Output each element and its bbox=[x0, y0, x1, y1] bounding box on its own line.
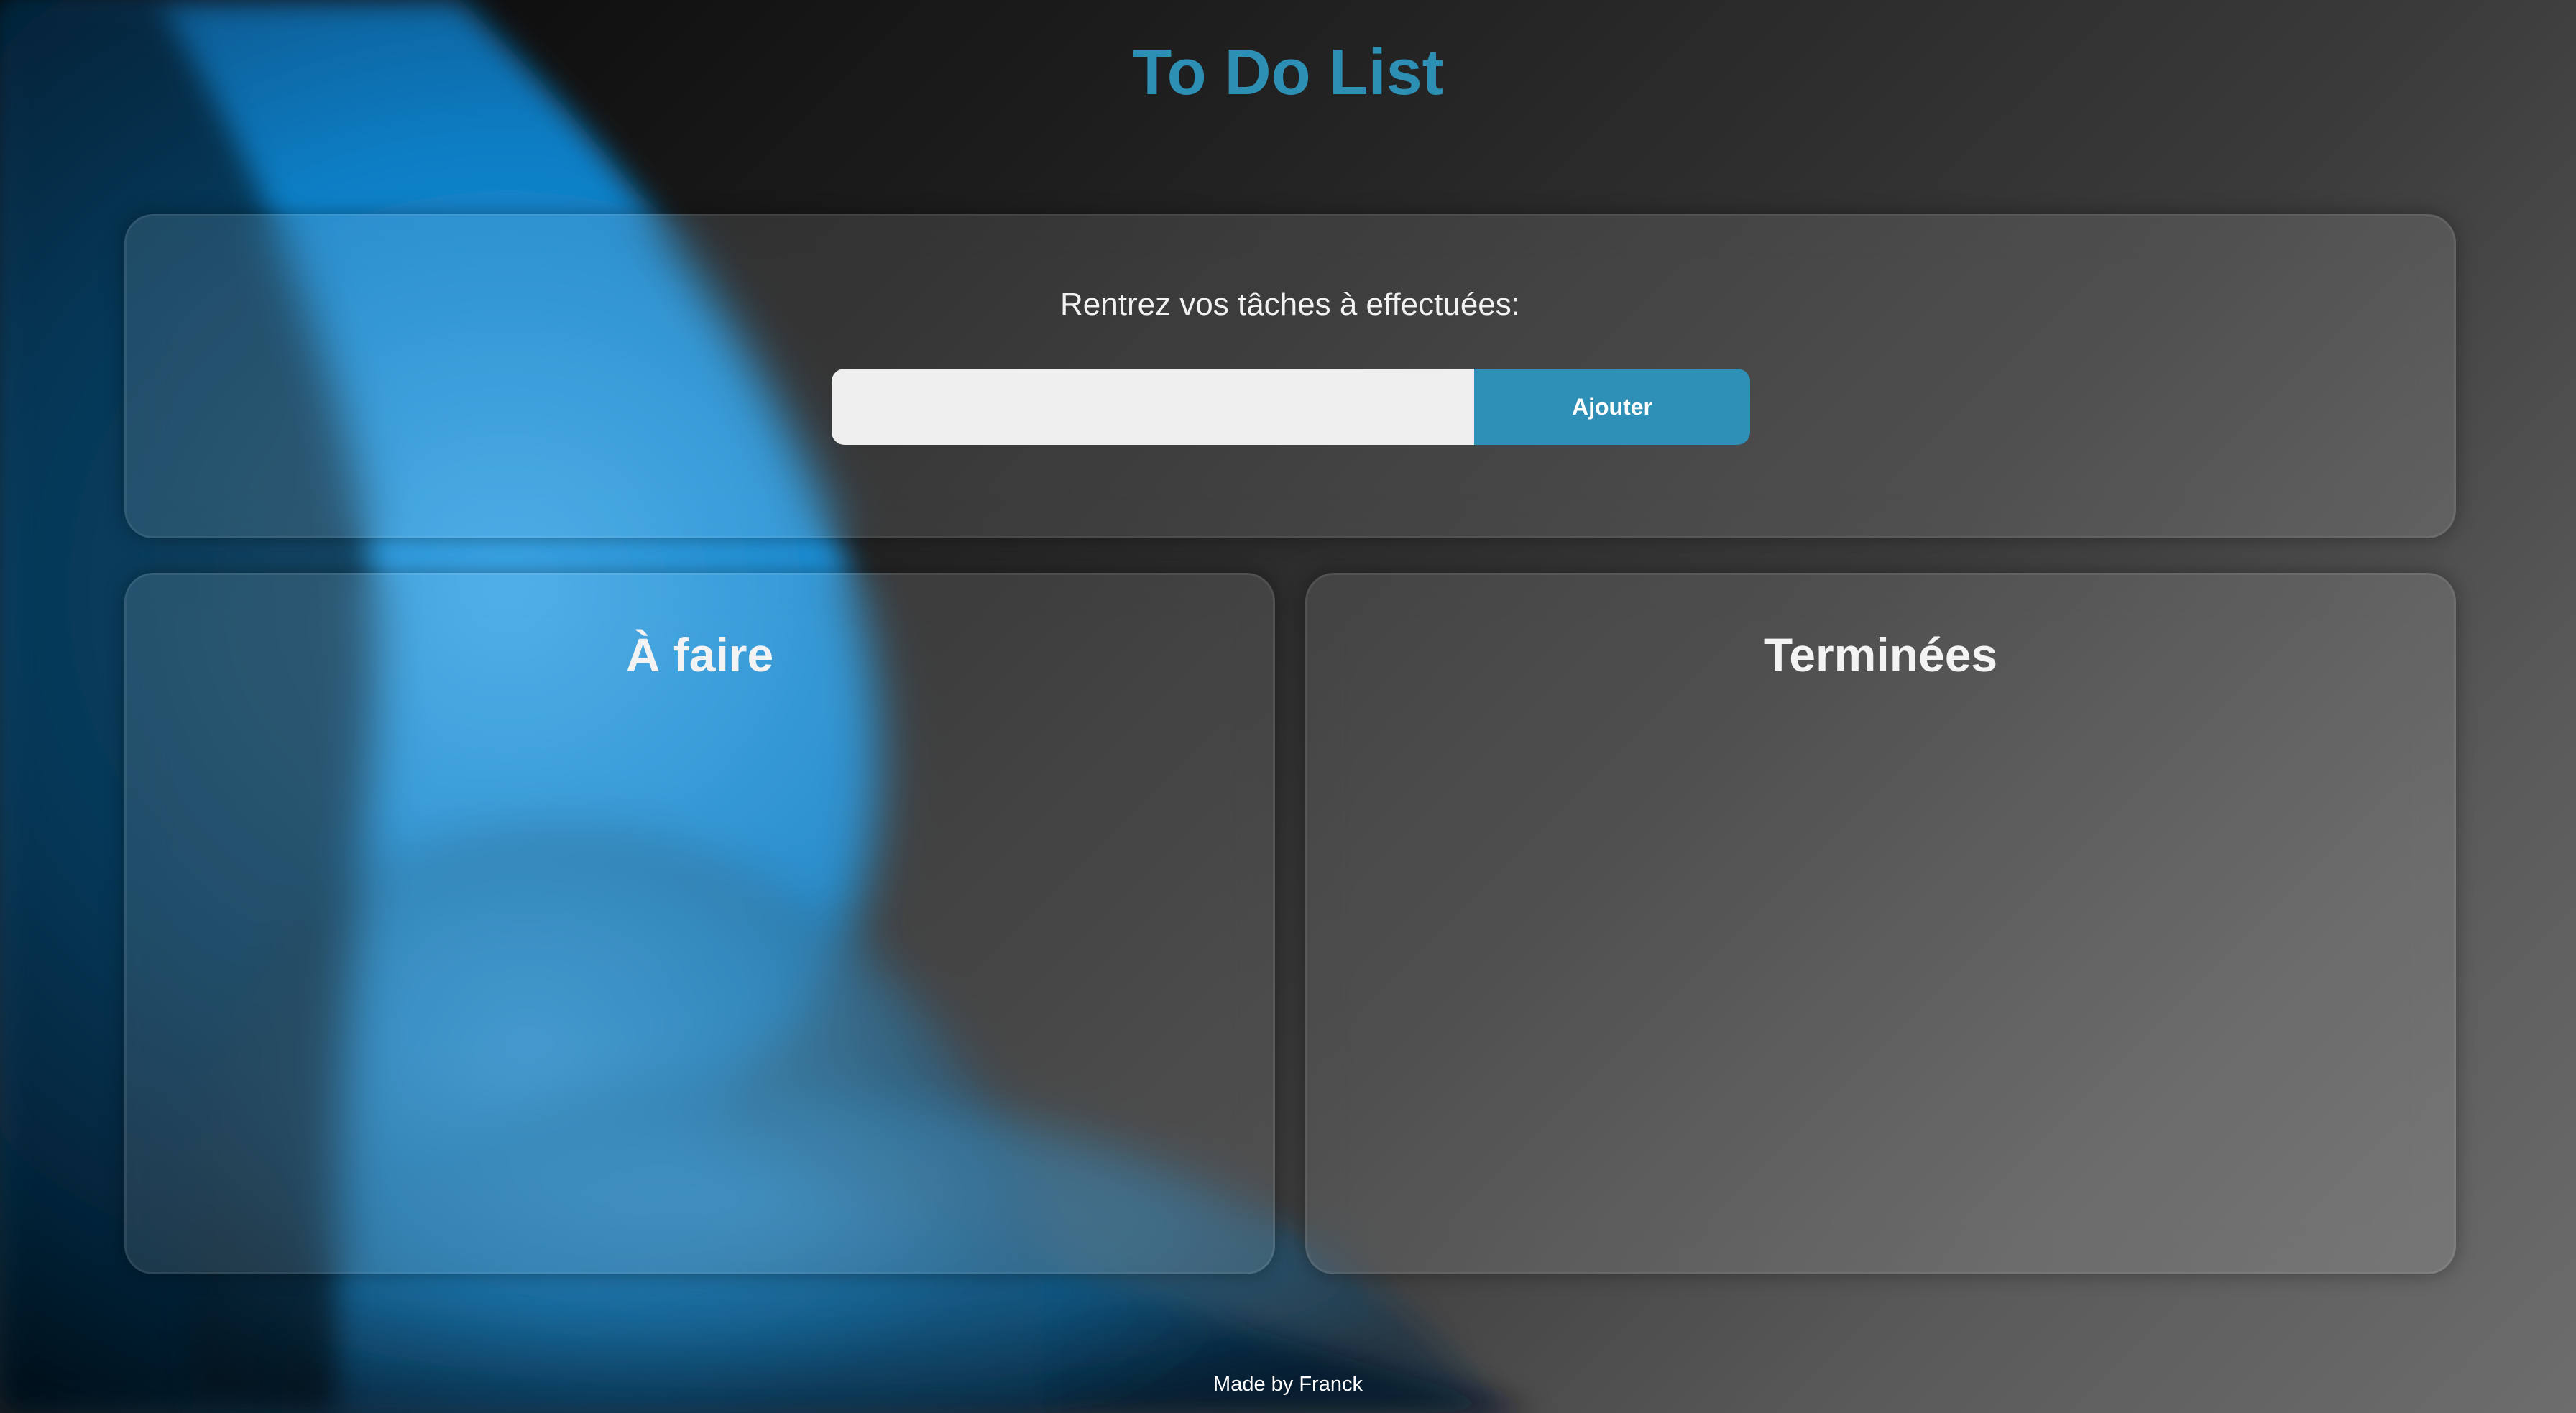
add-task-button[interactable]: Ajouter bbox=[1474, 369, 1750, 445]
task-entry-panel: Rentrez vos tâches à effectuées: Ajouter bbox=[124, 214, 2456, 538]
footer-credit: Made by Franck bbox=[1213, 1373, 1363, 1396]
done-column-title: Terminées bbox=[1763, 628, 1998, 681]
task-entry-form: Ajouter bbox=[832, 369, 1750, 445]
task-entry-prompt: Rentrez vos tâches à effectuées: bbox=[1060, 287, 1520, 322]
done-task-list bbox=[1351, 719, 2411, 1222]
todo-task-list bbox=[170, 719, 1230, 1222]
todo-column: À faire bbox=[124, 573, 1275, 1274]
page-title: To Do List bbox=[1132, 37, 1444, 109]
done-column: Terminées bbox=[1305, 573, 2456, 1274]
todo-column-title: À faire bbox=[625, 628, 774, 681]
task-input[interactable] bbox=[832, 369, 1474, 445]
